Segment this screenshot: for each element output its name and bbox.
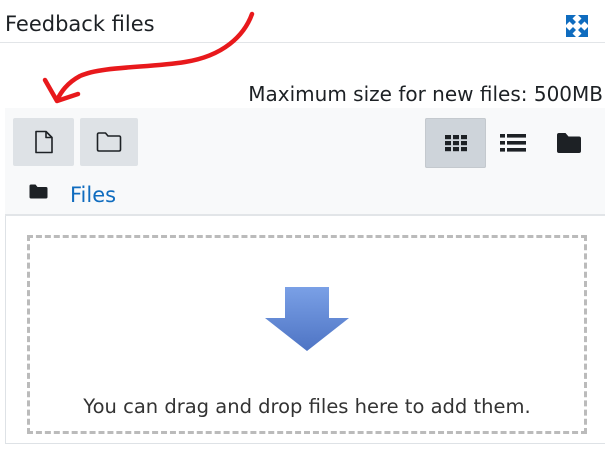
- breadcrumb-files-link[interactable]: Files: [70, 182, 116, 208]
- folder-outline-icon: [96, 132, 122, 152]
- view-tree-button[interactable]: [542, 118, 596, 168]
- view-list-button[interactable]: [489, 118, 537, 168]
- folder-solid-icon: [557, 133, 581, 153]
- max-size-text: Maximum size for new files: 500MB: [248, 82, 603, 106]
- section-title: Feedback files: [5, 12, 155, 36]
- add-file-button[interactable]: [13, 118, 74, 166]
- down-arrow-icon: [264, 286, 350, 356]
- view-icons-button[interactable]: [425, 118, 486, 168]
- list-icon: [500, 134, 526, 152]
- create-folder-button[interactable]: [80, 118, 138, 166]
- file-icon: [34, 130, 53, 154]
- expand-arrows-icon: [566, 15, 588, 37]
- drop-zone-instructions: You can drag and drop files here to add …: [83, 395, 531, 418]
- expand-button[interactable]: [562, 12, 592, 40]
- breadcrumb-folder-icon: [29, 184, 48, 203]
- section-divider: [0, 42, 605, 43]
- grid-icon: [444, 135, 467, 152]
